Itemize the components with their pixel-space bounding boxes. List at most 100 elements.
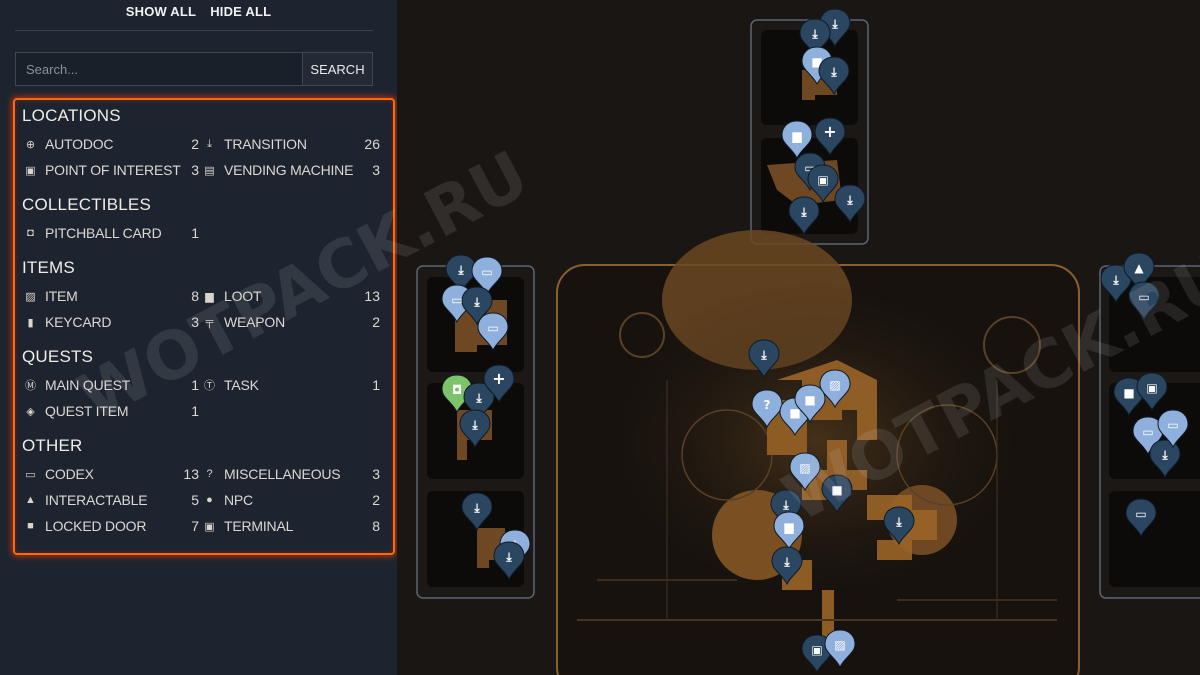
filter-count: 13 [183,466,199,482]
filter-count: 26 [364,136,380,152]
plus-icon: + [492,369,505,388]
download-icon: ⤓ [782,498,789,512]
main-quest-icon: Ⓜ [25,380,36,392]
download-icon: ⤓ [895,515,902,529]
filter-item-main-quest[interactable]: Ⓜ MAIN QUEST 1 [24,375,199,395]
filter-label: CODEX [45,466,94,482]
filter-label: ITEM [45,288,78,304]
download-icon: ⤓ [800,205,807,219]
filter-count: 1 [191,403,199,419]
download-icon: ⤓ [811,27,818,41]
question-icon: ? [764,398,771,412]
terminal-icon: ▣ [811,643,822,657]
filter-label: INTERACTABLE [45,492,148,508]
filter-label: QUEST ITEM [45,403,129,419]
task-icon: Ⓣ [204,380,215,392]
show-all-button[interactable]: SHOW ALL [126,4,196,20]
item-icon: ▨ [25,290,36,303]
filter-count: 3 [372,466,380,482]
terminal-icon: ▣ [817,173,828,187]
filter-label: TASK [224,377,259,393]
card-icon: ◘ [452,383,462,397]
filter-item-npc[interactable]: ● NPC 2 [203,490,380,510]
keycard-icon: ▮ [27,316,34,329]
download-icon: ⤓ [830,65,837,79]
filter-item-codex[interactable]: ▭ CODEX 13 [24,464,199,484]
filter-count: 2 [191,136,199,152]
filter-item-interactable[interactable]: ▲ INTERACTABLE 5 [24,490,199,510]
filter-item-locked-door[interactable]: ■ LOCKED DOOR 7 [24,516,199,536]
filter-label: PITCHBALL CARD [45,225,162,241]
download-icon: ⤓ [831,17,838,31]
download-icon: ⤓ [846,193,853,207]
item-icon: ▨ [834,638,845,652]
card-icon: ◘ [27,227,34,239]
map-canvas[interactable]: ⤓⤓■⤓▆+▭▣⤓⤓⤓▭▭⤓▭◘⤓+⤓⤓⤓⤓⤓▨?■■▨■⤓▆⤓▣▨⤓⤓▲▭■▣… [397,0,1200,675]
filter-item-miscellaneous[interactable]: ? MISCELLANEOUS 3 [203,464,380,484]
item-icon: ▨ [799,461,810,475]
filter-count: 8 [372,518,380,534]
poi-icon: ▣ [1146,381,1157,395]
quest-item-icon: ◈ [26,405,35,418]
vending-machine-icon: ▤ [204,164,215,177]
filter-count: 1 [191,225,199,241]
codex-icon: ▭ [1142,425,1153,439]
filter-sidebar: SHOW ALL HIDE ALL SEARCH LOCATIONS ⊕ AUT… [0,0,397,675]
filter-item-item[interactable]: ▨ ITEM 8 [24,286,199,306]
filter-label: LOOT [224,288,262,304]
filter-item-keycard[interactable]: ▮ KEYCARD 3 [24,312,199,332]
lock-icon: ■ [1123,386,1134,400]
filter-item-weapon[interactable]: ╤ WEAPON 2 [203,312,380,332]
filter-item-autodoc[interactable]: ⊕ AUTODOC 2 [24,134,199,154]
loot-icon: ▆ [791,129,802,143]
codex-icon: ▭ [1138,290,1149,304]
filter-item-vending-machine[interactable]: ▤ VENDING MACHINE 3 [203,160,380,180]
filter-count: 3 [191,314,199,330]
download-icon: ⤓ [471,418,478,432]
filter-label: WEAPON [224,314,286,330]
hide-all-button[interactable]: HIDE ALL [210,4,271,20]
filter-item-loot[interactable]: ▆ LOOT 13 [203,286,380,306]
search-input[interactable] [16,53,302,85]
filter-count: 1 [372,377,380,393]
filter-item-transition[interactable]: ⤓ TRANSITION 26 [203,134,380,154]
terminal-icon: ▣ [204,520,215,533]
filter-count: 13 [364,288,380,304]
filter-label: KEYCARD [45,314,112,330]
filter-label: VENDING MACHINE [224,162,354,178]
question-icon: ? [206,468,213,480]
person-icon: ● [206,494,213,506]
download-icon: ⤓ [475,391,482,405]
search-bar: SEARCH [15,52,373,86]
filter-item-point-of-interest[interactable]: ▣ POINT OF INTEREST 3 [24,160,199,180]
codex-icon: ▭ [487,321,498,335]
filter-count: 7 [191,518,199,534]
codex-icon: ▭ [1167,418,1178,432]
filter-count: 5 [191,492,199,508]
codex-icon: ▭ [25,468,36,481]
download-icon: ⤓ [207,137,212,150]
filter-count: 3 [372,162,380,178]
filter-item-task[interactable]: Ⓣ TASK 1 [203,375,380,395]
plus-icon: + [823,122,836,141]
lock-icon: ■ [27,520,34,532]
filter-count: 2 [372,492,380,508]
download-icon: ⤓ [505,550,512,564]
filter-item-terminal[interactable]: ▣ TERMINAL 8 [203,516,380,536]
filter-label: NPC [224,492,253,508]
search-button[interactable]: SEARCH [302,53,372,85]
filter-count: 2 [372,314,380,330]
filter-label: AUTODOC [45,136,114,152]
lock-icon: ■ [831,483,842,497]
weapon-icon: ╤ [205,316,214,328]
map-viewport[interactable]: ⤓⤓■⤓▆+▭▣⤓⤓⤓▭▭⤓▭◘⤓+⤓⤓⤓⤓⤓▨?■■▨■⤓▆⤓▣▨⤓⤓▲▭■▣… [397,0,1200,675]
section-title: COLLECTIBLES [22,195,152,214]
triangle-icon: ▲ [25,494,36,506]
filter-item-quest-item[interactable]: ◈ QUEST ITEM 1 [24,401,199,421]
section-title: OTHER [22,436,83,455]
item-icon: ▨ [829,378,840,392]
download-icon: ⤓ [1161,448,1168,462]
triangle-icon: ▲ [1134,261,1144,275]
download-icon: ⤓ [1112,273,1119,287]
filter-item-pitchball-card[interactable]: ◘ PITCHBALL CARD 1 [24,223,199,243]
